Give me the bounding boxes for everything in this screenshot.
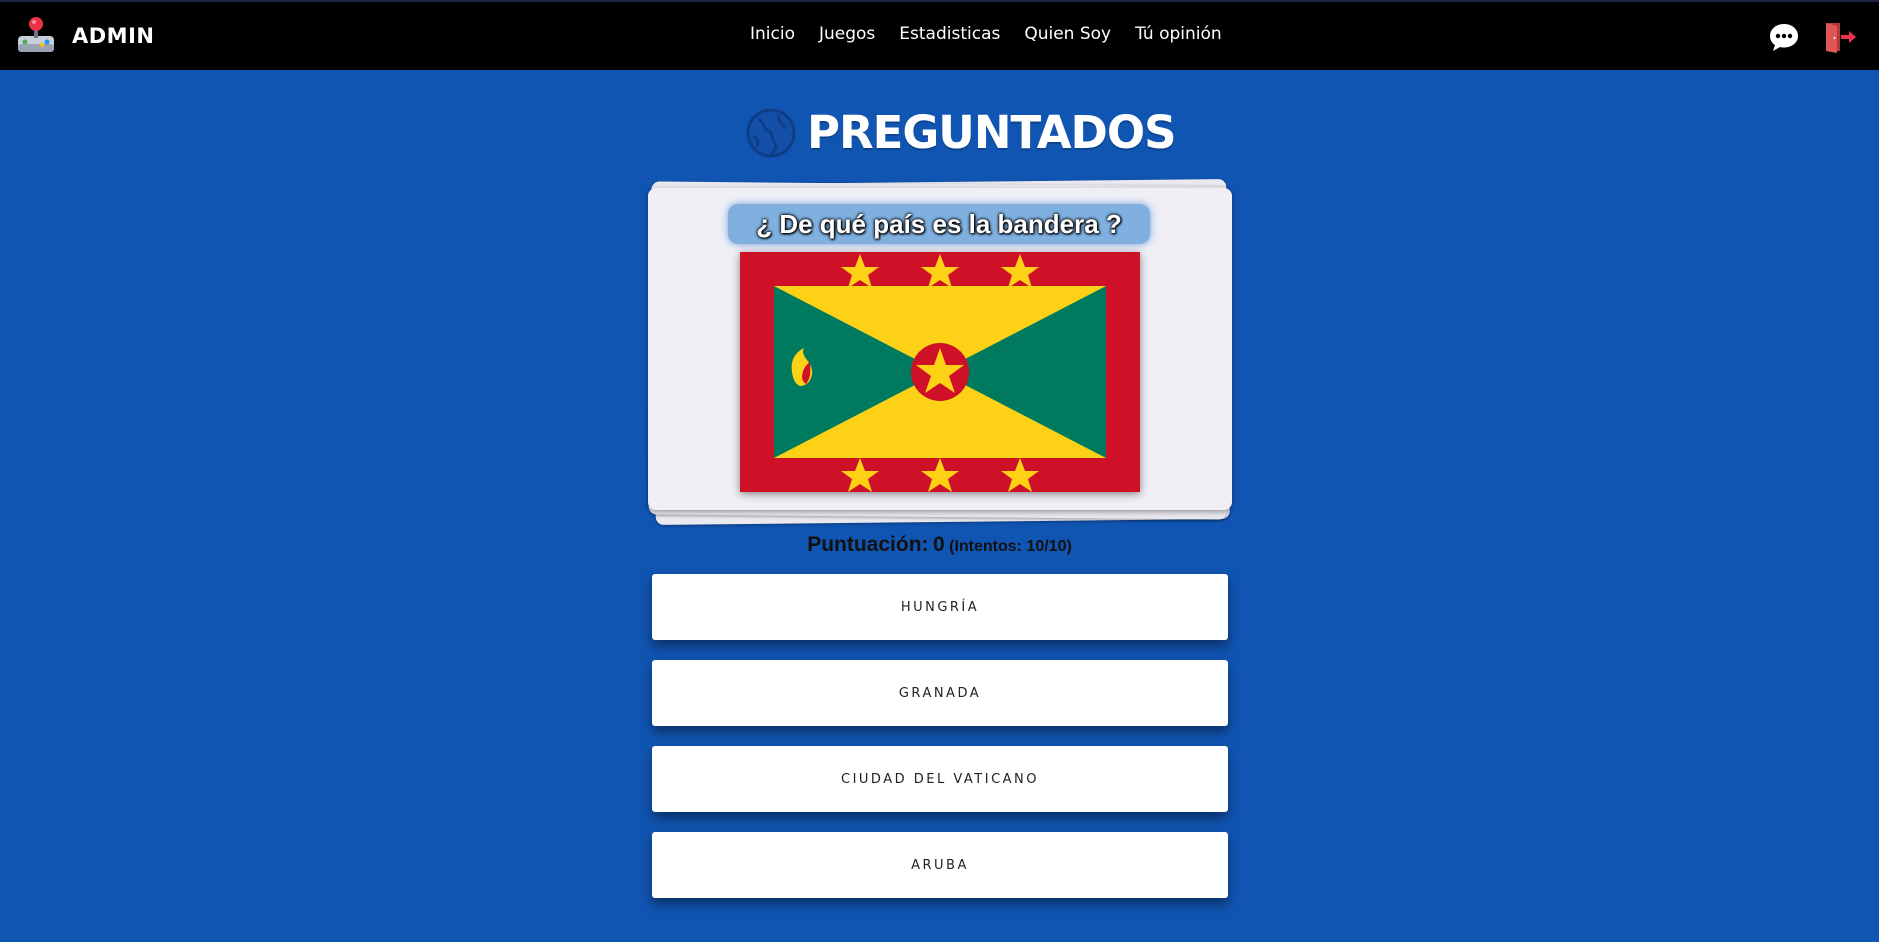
answer-label: CIUDAD DEL VATICANO	[841, 771, 1039, 787]
logout-icon[interactable]	[1823, 20, 1857, 54]
question-card: ¿ De qué país es la bandera ?	[648, 178, 1232, 525]
card-front: ¿ De qué país es la bandera ?	[648, 188, 1232, 510]
chat-icon[interactable]	[1767, 20, 1801, 54]
answer-button-ciudad-del-vaticano[interactable]: CIUDAD DEL VATICANO	[652, 746, 1228, 812]
game-title: PREGUNTADOS	[745, 106, 1177, 159]
brand[interactable]: ADMIN	[16, 16, 154, 56]
nav-link-juegos[interactable]: Juegos	[819, 24, 875, 44]
brand-title: ADMIN	[72, 24, 155, 48]
score-label: Puntuación:	[807, 533, 929, 556]
answer-label: GRANADA	[898, 685, 982, 701]
nav-link-inicio[interactable]: Inicio	[750, 24, 795, 44]
score-value: 0	[932, 533, 945, 556]
globe-icon	[746, 108, 796, 157]
answer-label: ARUBA	[911, 857, 969, 873]
answer-button-hungria[interactable]: HUNGRÍA	[652, 574, 1228, 640]
nav-link-tu-opinion[interactable]: Tú opinión	[1135, 24, 1222, 44]
answer-label: HUNGRÍA	[900, 599, 980, 615]
question-text: ¿ De qué país es la bandera ?	[756, 208, 1122, 239]
nav-link-estadisticas[interactable]: Estadisticas	[899, 24, 1000, 44]
attempts-counter: (Intentos: 10/10)	[949, 538, 1072, 555]
page-title: PREGUNTADOS	[807, 106, 1177, 159]
joystick-icon	[18, 17, 54, 52]
nav-link-quien-soy[interactable]: Quien Soy	[1024, 24, 1111, 44]
score-display: Puntuación: 0 (Intentos: 10/10)	[0, 533, 1879, 557]
answer-button-aruba[interactable]: ARUBA	[652, 832, 1228, 898]
nav-links: Inicio Juegos Estadisticas Quien Soy Tú …	[750, 24, 1246, 44]
navbar: ADMIN Inicio Juegos Estadisticas Quien S…	[0, 0, 1879, 70]
answer-button-granada[interactable]: GRANADA	[652, 660, 1228, 726]
grenada-flag-image	[740, 252, 1140, 492]
question-bubble: ¿ De qué país es la bandera ?	[728, 204, 1150, 244]
nav-actions	[1767, 20, 1857, 54]
